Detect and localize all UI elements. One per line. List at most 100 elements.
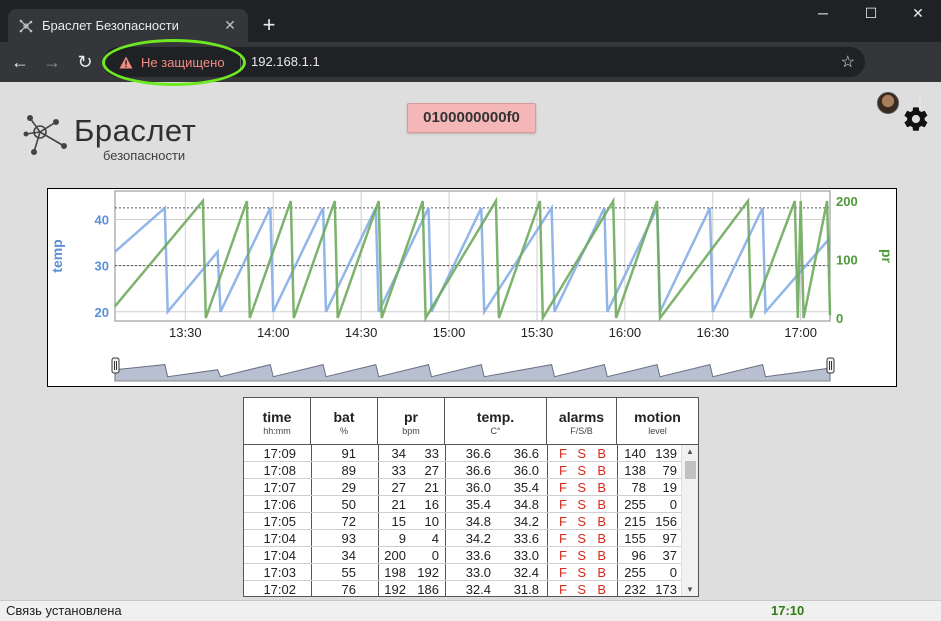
cell-pr-2: 0	[431, 548, 439, 563]
cell-motion-2: 19	[662, 480, 677, 495]
cell-alarm-b: B	[597, 514, 606, 529]
status-bar: Связь установлена 17:10	[0, 600, 941, 621]
table-row[interactable]: 17:02 76 192 186 32.4 31.8 F S B 232 173	[244, 581, 681, 596]
x-tick-label: 13:30	[169, 325, 202, 340]
settings-gear-icon[interactable]	[902, 105, 930, 133]
cell-alarm-f: F	[559, 514, 567, 529]
navigator-right-handle[interactable]	[826, 357, 835, 374]
profile-avatar[interactable]	[877, 92, 899, 114]
cell-pr-2: 33	[424, 446, 439, 461]
cell-motion-1: 232	[624, 582, 646, 596]
cell-motion-1: 215	[624, 514, 646, 529]
cell-bat: 72	[341, 514, 356, 529]
tab-close-icon[interactable]: ✕	[222, 17, 238, 34]
column-header-3: temp. C°	[445, 398, 547, 444]
browser-tab[interactable]: Браслет Безопасности ✕	[8, 9, 248, 42]
x-tick-label: 14:00	[257, 325, 290, 340]
table-row[interactable]: 17:09 91 34 33 36.6 36.6 F S B 140 139	[244, 445, 681, 462]
table-row[interactable]: 17:03 55 198 192 33.0 32.4 F S B 255 0	[244, 564, 681, 581]
navigator-left-handle[interactable]	[111, 357, 120, 374]
x-tick-label: 16:30	[697, 325, 730, 340]
cell-bat: 91	[341, 446, 356, 461]
cell-motion-2: 139	[655, 446, 677, 461]
cell-alarm-b: B	[597, 531, 606, 546]
cell-time: 17:06	[263, 497, 296, 512]
reload-icon[interactable]: ↻	[73, 50, 97, 74]
cell-motion-1: 140	[624, 446, 646, 461]
url-text[interactable]: 192.168.1.1	[251, 54, 320, 69]
cell-alarm-b: B	[597, 565, 606, 580]
scroll-down-icon[interactable]: ▼	[686, 585, 694, 594]
column-title: motion	[634, 409, 681, 425]
table-row[interactable]: 17:04 93 9 4 34.2 33.6 F S B 155 97	[244, 530, 681, 547]
bookmark-star-icon[interactable]: ☆	[841, 52, 855, 72]
cell-pr-2: 4	[431, 531, 439, 546]
table-header: time hh:mm bat% pr bpm temp. C° alarms F/S/B moti…	[244, 398, 698, 445]
table-row[interactable]: 17:06 50 21 16 35.4 34.8 F S B 255 0	[244, 496, 681, 513]
cell-temp-1: 36.6	[465, 463, 491, 478]
cell-alarm-s: S	[577, 480, 586, 495]
cell-pr-2: 186	[417, 582, 439, 596]
table-row[interactable]: 17:07 29 27 21 36.0 35.4 F S B 78 19	[244, 479, 681, 496]
column-title: temp.	[476, 409, 515, 425]
cell-motion-2: 37	[662, 548, 677, 563]
table-row[interactable]: 17:08 89 33 27 36.6 36.0 F S B 138 79	[244, 462, 681, 479]
close-window-button[interactable]: ✕	[895, 0, 941, 26]
cell-alarm-b: B	[597, 548, 606, 563]
network-logo-icon	[23, 115, 67, 155]
cell-temp-2: 33.0	[513, 548, 539, 563]
table-row[interactable]: 17:05 72 15 10 34.8 34.2 F S B 215 156	[244, 513, 681, 530]
cell-pr-1: 9	[398, 531, 406, 546]
cell-alarm-s: S	[577, 497, 586, 512]
chart-svg: 13:30 14:00 14:30 15:00 15:30 16:00 16:30 17:00…	[49, 190, 895, 382]
cell-motion-1: 255	[624, 497, 646, 512]
y-right-tick-label: 0	[836, 311, 843, 326]
cell-bat: 55	[341, 565, 356, 580]
device-id-button[interactable]: 0100000000f0	[407, 103, 536, 133]
y-right-axis-label: pr	[879, 249, 895, 264]
column-unit: C°	[490, 426, 501, 436]
cell-alarm-s: S	[577, 514, 586, 529]
cell-bat: 76	[341, 582, 356, 596]
x-tick-label: 16:00	[609, 325, 642, 340]
cell-alarm-f: F	[559, 531, 567, 546]
cell-bat: 29	[341, 480, 356, 495]
app-logo: Браслет безопасности	[22, 110, 212, 165]
highlight-ring	[102, 39, 246, 86]
new-tab-button[interactable]: +	[258, 14, 280, 36]
x-tick-label: 15:00	[433, 325, 466, 340]
cell-pr-2: 192	[417, 565, 439, 580]
y-left-tick-label: 30	[95, 259, 109, 274]
minimize-button[interactable]: ─	[800, 0, 846, 26]
maximize-button[interactable]: ☐	[848, 0, 894, 26]
table-scrollbar[interactable]: ▲ ▼	[681, 445, 698, 596]
table-row[interactable]: 17:04 34 200 0 33.6 33.0 F S B 96 37	[244, 547, 681, 564]
back-arrow-icon[interactable]: ←	[8, 50, 32, 74]
cell-time: 17:05	[263, 514, 296, 529]
cell-alarm-f: F	[559, 446, 567, 461]
cell-alarm-f: F	[559, 582, 567, 596]
cell-motion-2: 156	[655, 514, 677, 529]
cell-time: 17:04	[263, 548, 296, 563]
scroll-thumb[interactable]	[685, 461, 696, 479]
logo-subtitle: безопасности	[103, 148, 186, 163]
cell-temp-2: 36.0	[513, 463, 539, 478]
x-tick-label: 14:30	[345, 325, 378, 340]
sensor-chart[interactable]: 13:30 14:00 14:30 15:00 15:30 16:00 16:30 17:00…	[47, 188, 897, 387]
scroll-up-icon[interactable]: ▲	[686, 447, 694, 456]
connection-status: Связь установлена	[6, 603, 122, 618]
cell-pr-1: 33	[391, 463, 406, 478]
column-header-5: motion level	[617, 398, 698, 444]
cell-time: 17:02	[263, 582, 296, 596]
cell-pr-1: 34	[391, 446, 406, 461]
cell-time: 17:03	[263, 565, 296, 580]
column-title: time	[262, 409, 292, 425]
status-time: 17:10	[771, 603, 805, 618]
cell-alarm-f: F	[559, 497, 567, 512]
forward-arrow-icon[interactable]: →	[40, 50, 64, 74]
cell-pr-1: 200	[384, 548, 406, 563]
cell-alarm-f: F	[559, 480, 567, 495]
table-body[interactable]: ▲ ▼ 17:09 91 34 33 36.6 36.6 F S B 140 139 17:08 89 3…	[244, 445, 698, 596]
cell-temp-1: 36.0	[465, 480, 491, 495]
column-title: pr	[404, 409, 418, 425]
